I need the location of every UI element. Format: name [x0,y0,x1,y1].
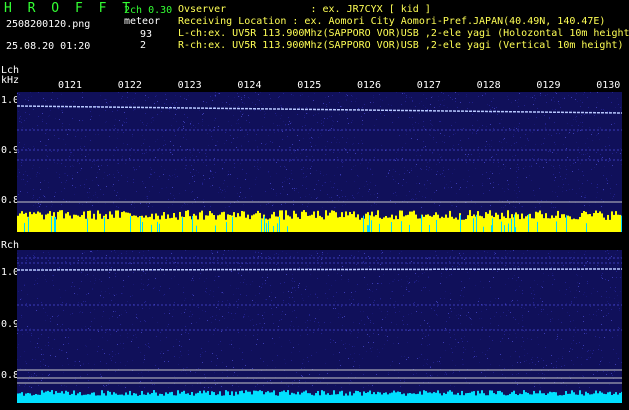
time-tick-label: 0128 [476,80,501,91]
lch-unit-label: kHz [1,75,20,86]
time-tick-label: 0122 [117,80,142,91]
lch-spectrogram-svg [17,92,622,232]
file-name: 2508200120.png [6,19,91,30]
time-tick-label: 0130 [596,80,621,91]
observer-info: Ovserver : ex. JR7CYX [ kid ] [178,4,431,15]
datetime-label: 25.08.20 01:20 [6,41,91,52]
rch-waterfall [17,250,622,403]
app-logo: H R O F F T [4,1,135,16]
lch-waterfall [17,92,622,232]
lch-background [17,92,622,232]
rch-receiver-info: R-ch:ex. UV5R 113.900Mhz(SAPPORO VOR)USB… [178,40,624,51]
time-tick-label: 0121 [58,80,83,91]
rch-carrier-line [17,268,622,271]
time-tick-label: 0123 [177,80,202,91]
location-info: Receiving Location : ex. Aomori City Aom… [178,16,606,27]
time-tick-label: 0124 [237,80,262,91]
time-tick-label: 0129 [536,80,561,91]
time-tick-label: 0127 [416,80,441,91]
time-tick-label: 0126 [357,80,382,91]
time-tick-label: 0125 [297,80,322,91]
rch-background [17,250,622,403]
rch-meteor-count: 2 [140,40,147,51]
meteor-label: meteor [124,16,161,27]
lch-receiver-info: L-ch:ex. UV5R 113.900Mhz(SAPPORO VOR)USB… [178,28,629,39]
rch-spectrogram-svg [17,250,622,403]
